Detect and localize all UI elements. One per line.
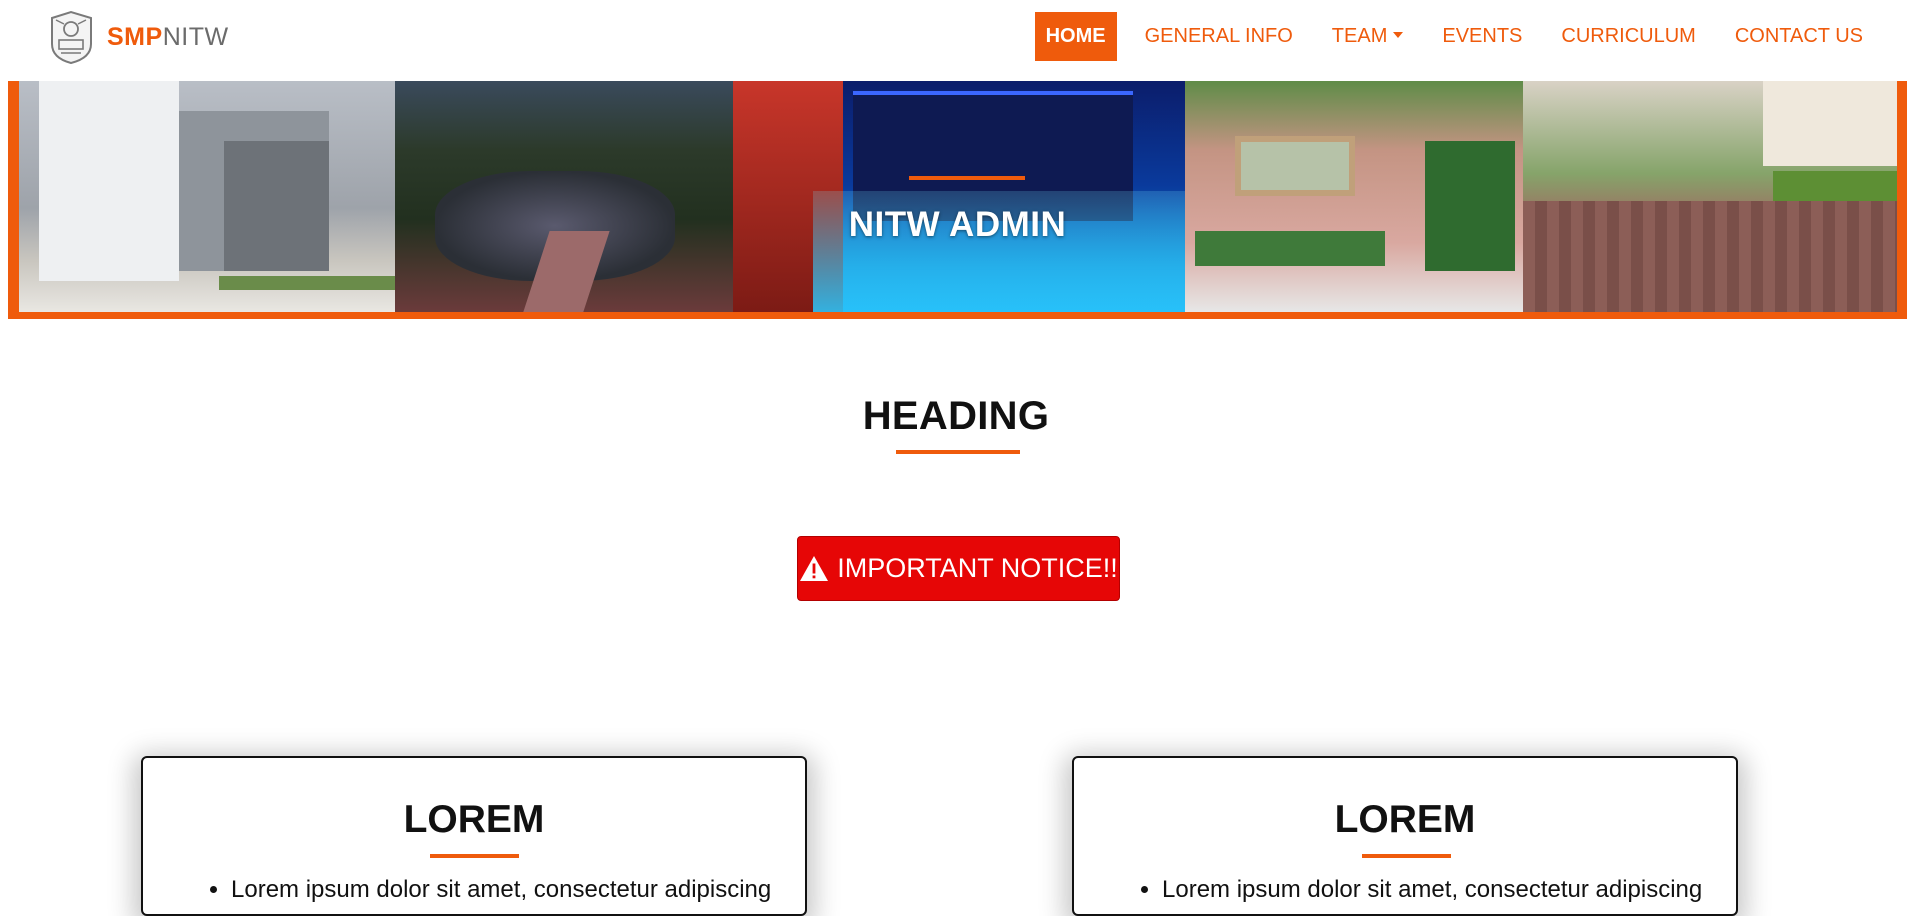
- card-list: Lorem ipsum dolor sit amet, consectetur …: [1074, 876, 1702, 904]
- card-list: Lorem ipsum dolor sit amet, consectetur …: [143, 876, 771, 904]
- nitw-emblem-icon: [51, 10, 92, 64]
- campus-photo-walkway: [1523, 81, 1897, 312]
- important-notice-label: IMPORTANT NOTICE!!: [837, 553, 1118, 583]
- nav-item-curriculum[interactable]: CURRICULUM: [1550, 12, 1706, 61]
- warning-icon: [800, 556, 829, 581]
- info-card: LOREM Lorem ipsum dolor sit amet, consec…: [1072, 756, 1738, 916]
- nav-item-contact-us[interactable]: CONTACT US: [1724, 12, 1874, 61]
- banner-caption-underline: [909, 176, 1025, 180]
- campus-photo-building: [19, 81, 395, 312]
- nav-item-home[interactable]: HOME: [1034, 12, 1117, 61]
- section-heading: HEADING: [862, 394, 1050, 438]
- navbar: SMPNITW HOME GENERAL INFO TEAM EVENTS CU…: [0, 0, 1912, 82]
- card-title: LOREM: [403, 798, 545, 841]
- heading-underline: [896, 450, 1020, 454]
- info-card: LOREM Lorem ipsum dolor sit amet, consec…: [141, 756, 807, 916]
- nav-item-events[interactable]: EVENTS: [1431, 12, 1533, 61]
- campus-photo-plaza: [1185, 81, 1523, 312]
- important-notice-button[interactable]: IMPORTANT NOTICE!!: [797, 536, 1120, 601]
- brand-name-strong: SMP: [107, 22, 163, 51]
- brand-name: SMPNITW: [107, 23, 229, 52]
- card-title-underline: [430, 854, 519, 858]
- hero-banner: NITW ADMIN: [8, 81, 1907, 319]
- brand-link[interactable]: SMPNITW: [48, 9, 229, 65]
- card-title: LOREM: [1334, 798, 1476, 841]
- nav-menu: HOME GENERAL INFO TEAM EVENTS CURRICULUM…: [1034, 12, 1874, 61]
- list-item: Lorem ipsum dolor sit amet, consectetur …: [231, 876, 771, 904]
- caret-down-icon: [1393, 31, 1404, 38]
- campus-photo-crowd: [395, 81, 733, 312]
- brand-name-light: NITW: [162, 22, 229, 51]
- card-title-underline: [1362, 854, 1451, 858]
- list-item: Lorem ipsum dolor sit amet, consectetur …: [1162, 876, 1702, 904]
- nav-item-team[interactable]: TEAM: [1321, 12, 1415, 61]
- campus-photo-fountain: [733, 81, 1185, 312]
- banner-caption: NITW ADMIN: [848, 205, 1067, 244]
- nav-item-team-label: TEAM: [1331, 25, 1388, 47]
- banner-collage: [19, 81, 1898, 312]
- nav-item-general-info[interactable]: GENERAL INFO: [1134, 12, 1304, 61]
